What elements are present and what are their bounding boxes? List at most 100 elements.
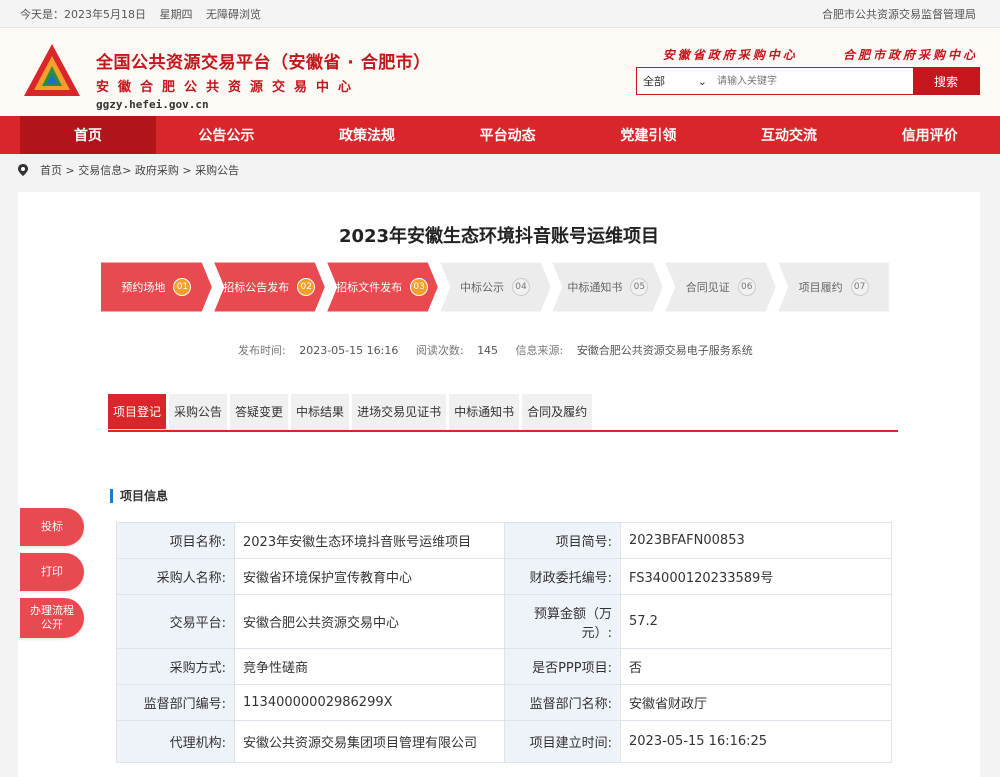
tab-project-registration[interactable]: 项目登记	[108, 394, 167, 430]
progress-step: 合同见证 06	[664, 262, 778, 312]
progress-step: 中标公示 04	[438, 262, 552, 312]
tab-contract[interactable]: 合同及履约	[522, 394, 593, 430]
views-value: 145	[477, 344, 499, 357]
value-cell: 11340000002986299X	[234, 684, 505, 721]
label-cell: 采购人名称:	[116, 558, 235, 595]
step-label: 中标通知书	[567, 281, 623, 294]
value-cell: 安徽合肥公共资源交易中心	[234, 594, 505, 649]
step-label: 中标公示	[460, 281, 504, 294]
label-cell: 项目名称:	[116, 522, 235, 559]
content-panel: 2023年安徽生态环境抖音账号运维项目 预约场地 01 招标公告发布 02 招标文件发布…	[18, 192, 980, 777]
value-cell: 安徽省环境保护宣传教育中心	[234, 558, 505, 595]
label-cell: 采购方式:	[116, 648, 235, 685]
step-number: 06	[737, 278, 756, 296]
table-row: 代理机构: 安徽公共资源交易集团项目管理有限公司 项目建立时间: 2023-05…	[116, 720, 892, 763]
search-scope-select[interactable]: 全部 ⌄	[637, 68, 713, 94]
supervisor-link[interactable]: 合肥市公共资源交易监督管理局	[822, 6, 976, 22]
site-logo-icon	[24, 44, 80, 96]
main-nav: 首页 公告公示 政策法规 平台动态 党建引领 互动交流 信用评价	[0, 116, 1000, 154]
value-cell: 安徽省财政厅	[620, 684, 892, 721]
value-cell: 57.2	[620, 594, 892, 649]
nav-item-party[interactable]: 党建引领	[578, 116, 719, 154]
site-domain: ggzy.hefei.gov.cn	[96, 98, 209, 111]
label-cell: 项目建立时间:	[504, 720, 621, 763]
nav-item-announcements[interactable]: 公告公示	[156, 116, 297, 154]
label-cell: 代理机构:	[116, 720, 235, 763]
progress-step: 预约场地 01	[100, 262, 213, 312]
step-label: 合同见证	[685, 281, 730, 294]
section-title: 项目信息	[110, 489, 168, 503]
nav-item-home[interactable]: 首页	[20, 116, 156, 154]
table-row: 采购人名称: 安徽省环境保护宣传教育中心 财政委托编号: FS340001202…	[116, 558, 892, 595]
progress-step: 中标通知书 05	[551, 262, 665, 312]
table-row: 项目名称: 2023年安徽生态环境抖音账号运维项目 项目简号: 2023BFAF…	[116, 522, 892, 559]
progress-step: 项目履约 07	[777, 262, 891, 312]
location-pin-icon	[18, 164, 28, 176]
brand-block: 全国公共资源交易平台（安徽省 · 合肥市） 安徽合肥公共资源交易中心 ggzy.…	[96, 48, 431, 111]
value-cell: FS34000120233589号	[620, 558, 892, 595]
date-text: 今天是：2023年5月18日	[20, 7, 146, 21]
calligraphy-right: 合肥市政府采购中心	[842, 48, 978, 62]
step-number: 04	[512, 278, 530, 296]
breadcrumb: 首页 > 交易信息> 政府采购 > 采购公告	[18, 162, 239, 178]
views-label: 阅读次数:	[415, 344, 464, 357]
value-cell: 否	[620, 648, 892, 685]
nav-item-news[interactable]: 平台动态	[437, 116, 578, 154]
tab-procurement-notice[interactable]: 采购公告	[169, 394, 228, 430]
step-number: 07	[850, 278, 869, 296]
table-row: 交易平台: 安徽合肥公共资源交易中心 预算金额（万元）: 57.2	[116, 594, 892, 649]
top-bar: 今天是：2023年5月18日 星期四 无障碍浏览 合肥市公共资源交易监督管理局	[0, 0, 1000, 28]
weekday-text: 星期四	[159, 7, 193, 21]
platform-title: 全国公共资源交易平台（安徽省 · 合肥市）	[96, 53, 431, 73]
value-cell: 安徽公共资源交易集团项目管理有限公司	[234, 720, 505, 763]
table-row: 监督部门编号: 11340000002986299X 监督部门名称: 安徽省财政…	[116, 684, 892, 721]
label-cell: 是否PPP项目:	[504, 648, 621, 685]
progress-steps: 预约场地 01 招标公告发布 02 招标文件发布 03 中标公示 04 中标通知书 05 合同见证 0…	[100, 262, 891, 312]
publish-meta: 发布时间: 2023-05-15 16:16 阅读次数: 145 信息来源: 安…	[238, 342, 767, 358]
value-cell: 2023BFAFN00853	[620, 522, 892, 559]
center-name: 安徽合肥公共资源交易中心	[96, 80, 361, 95]
calligraphy-left: 安徽省政府采购中心	[662, 48, 798, 62]
label-cell: 监督部门名称:	[504, 684, 621, 721]
detail-tabs: 项目登记 采购公告 答疑变更 中标结果 进场交易见证书 中标通知书 合同及履约	[108, 392, 898, 432]
source-label: 信息来源:	[515, 344, 564, 357]
label-cell: 预算金额（万元）:	[504, 594, 621, 649]
tab-witness-certificate[interactable]: 进场交易见证书	[352, 394, 447, 430]
label-cell: 监督部门编号:	[116, 684, 235, 721]
tab-award-result[interactable]: 中标结果	[291, 394, 350, 430]
table-row: 采购方式: 竞争性磋商 是否PPP项目: 否	[116, 648, 892, 685]
side-print-button[interactable]: 打印	[20, 553, 84, 591]
search-input[interactable]	[713, 68, 913, 94]
source-value: 安徽合肥公共资源交易电子服务系统	[576, 344, 753, 357]
side-bid-button[interactable]: 投标	[20, 508, 84, 546]
nav-item-interaction[interactable]: 互动交流	[719, 116, 860, 154]
progress-step: 招标公告发布 02	[212, 262, 326, 312]
breadcrumb-text[interactable]: 首页 > 交易信息> 政府采购 > 采购公告	[40, 162, 239, 178]
value-cell: 2023年安徽生态环境抖音账号运维项目	[234, 522, 505, 559]
nav-item-credit[interactable]: 信用评价	[859, 116, 1000, 154]
side-process-button[interactable]: 办理流程公开	[20, 598, 84, 638]
page-title: 2023年安徽生态环境抖音账号运维项目	[338, 226, 660, 247]
value-cell: 2023-05-15 16:16:25	[620, 720, 892, 763]
publish-label: 发布时间:	[238, 344, 286, 357]
accessibility-link[interactable]: 无障碍浏览	[206, 8, 261, 21]
label-cell: 财政委托编号:	[504, 558, 621, 595]
nav-item-policies[interactable]: 政策法规	[297, 116, 438, 154]
tab-qa-changes[interactable]: 答疑变更	[230, 394, 289, 430]
date-info: 今天是：2023年5月18日 星期四 无障碍浏览	[20, 6, 271, 22]
chevron-down-icon: ⌄	[697, 74, 707, 88]
step-label: 项目履约	[798, 281, 843, 294]
step-label: 预约场地	[121, 281, 166, 294]
search-scope-value: 全部	[643, 75, 665, 88]
step-label: 招标文件发布	[336, 281, 403, 294]
search-button[interactable]: 搜索	[913, 68, 979, 94]
search-box: 全部 ⌄ 搜索	[636, 67, 980, 95]
publish-value: 2023-05-15 16:16	[299, 344, 399, 357]
tab-award-notice[interactable]: 中标通知书	[449, 394, 520, 430]
step-label: 招标公告发布	[223, 281, 290, 294]
progress-step: 招标文件发布 03	[325, 262, 439, 312]
calligraphy-banner: 安徽省政府采购中心 合肥市政府采购中心	[625, 46, 978, 63]
label-cell: 项目简号:	[504, 522, 621, 559]
label-cell: 交易平台:	[116, 594, 235, 649]
value-cell: 竞争性磋商	[234, 648, 505, 685]
